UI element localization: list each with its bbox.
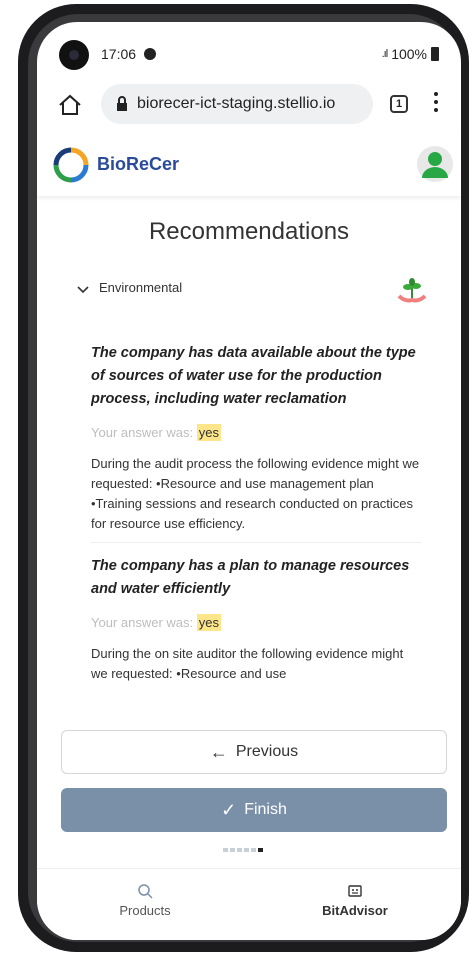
nav-products-label: Products	[119, 903, 171, 918]
step-dot-active	[258, 848, 263, 852]
arrow-left-icon: ←	[209, 741, 228, 762]
status-time: 17:06	[101, 46, 137, 62]
status-bar: 17:06 .ıl 100%	[37, 22, 461, 82]
url-bar[interactable]: biorecer-ict-staging.stellio.io	[101, 84, 373, 124]
biorecer-logo-icon[interactable]	[53, 147, 89, 183]
browser-menu-icon[interactable]	[433, 92, 439, 116]
recommendations-list[interactable]: The company has data available about the…	[91, 342, 421, 740]
section-label: Environmental	[99, 280, 183, 295]
signal-icon: .ıl	[381, 48, 388, 60]
nav-bitadvisor[interactable]: BitAdvisor	[295, 883, 415, 918]
battery-icon	[431, 47, 439, 61]
previous-button[interactable]: ← Previous	[61, 730, 447, 774]
question-text: The company has a plan to manage resourc…	[91, 558, 410, 597]
divider	[91, 542, 421, 543]
previous-label: Previous	[235, 743, 299, 760]
answer-prefix: Your answer was:	[91, 615, 194, 630]
search-icon	[138, 884, 153, 899]
answer-value: yes	[196, 424, 221, 441]
camera-icon	[59, 40, 89, 70]
step-dot	[230, 848, 235, 852]
page-title: Recommendations	[148, 218, 350, 245]
list-item: The company has a plan to manage resourc…	[91, 555, 421, 684]
step-dot	[223, 848, 228, 852]
nav-bitadvisor-label: BitAdvisor	[322, 903, 388, 918]
step-dot	[251, 848, 256, 852]
user-avatar-icon[interactable]	[417, 146, 453, 182]
step-indicator	[223, 848, 263, 852]
robot-icon	[348, 885, 362, 897]
finish-label: Finish	[244, 801, 287, 818]
battery-percent: 100%	[391, 46, 427, 62]
brand-name: BioReCer	[97, 154, 180, 174]
lock-icon	[117, 96, 127, 111]
tab-switcher-button[interactable]: 1	[390, 95, 408, 113]
finish-button[interactable]: ✓ Finish	[61, 788, 447, 832]
answer-value: yes	[196, 614, 221, 631]
plant-hand-icon	[397, 278, 427, 303]
evidence-text: During the on site auditor the following…	[91, 646, 404, 681]
chevron-down-icon	[77, 286, 89, 294]
evidence-text: During the audit process the following e…	[91, 456, 420, 531]
screen: 17:06 .ıl 100% biorecer-ict-staging.stel…	[37, 22, 461, 940]
status-indicators: .ıl 100%	[382, 46, 439, 62]
home-icon[interactable]	[57, 93, 83, 117]
app-header: BioReCer	[37, 134, 461, 196]
answer-line: Your answer was: yes	[91, 424, 421, 441]
answer-prefix: Your answer was:	[91, 425, 194, 440]
nav-products[interactable]: Products	[85, 883, 205, 918]
check-icon: ✓	[221, 799, 237, 820]
url-text: biorecer-ict-staging.stellio.io	[137, 95, 336, 112]
question-text: The company has data available about the…	[91, 345, 416, 407]
step-dot	[237, 848, 242, 852]
list-item: The company has data available about the…	[91, 342, 421, 543]
section-environmental[interactable]: Environmental	[77, 278, 437, 310]
bottom-nav: Products BitAdvisor	[37, 868, 461, 940]
step-dot	[244, 848, 249, 852]
answer-line: Your answer was: yes	[91, 614, 421, 631]
browser-bar: biorecer-ict-staging.stellio.io 1	[37, 80, 461, 132]
notification-icon	[144, 48, 156, 60]
